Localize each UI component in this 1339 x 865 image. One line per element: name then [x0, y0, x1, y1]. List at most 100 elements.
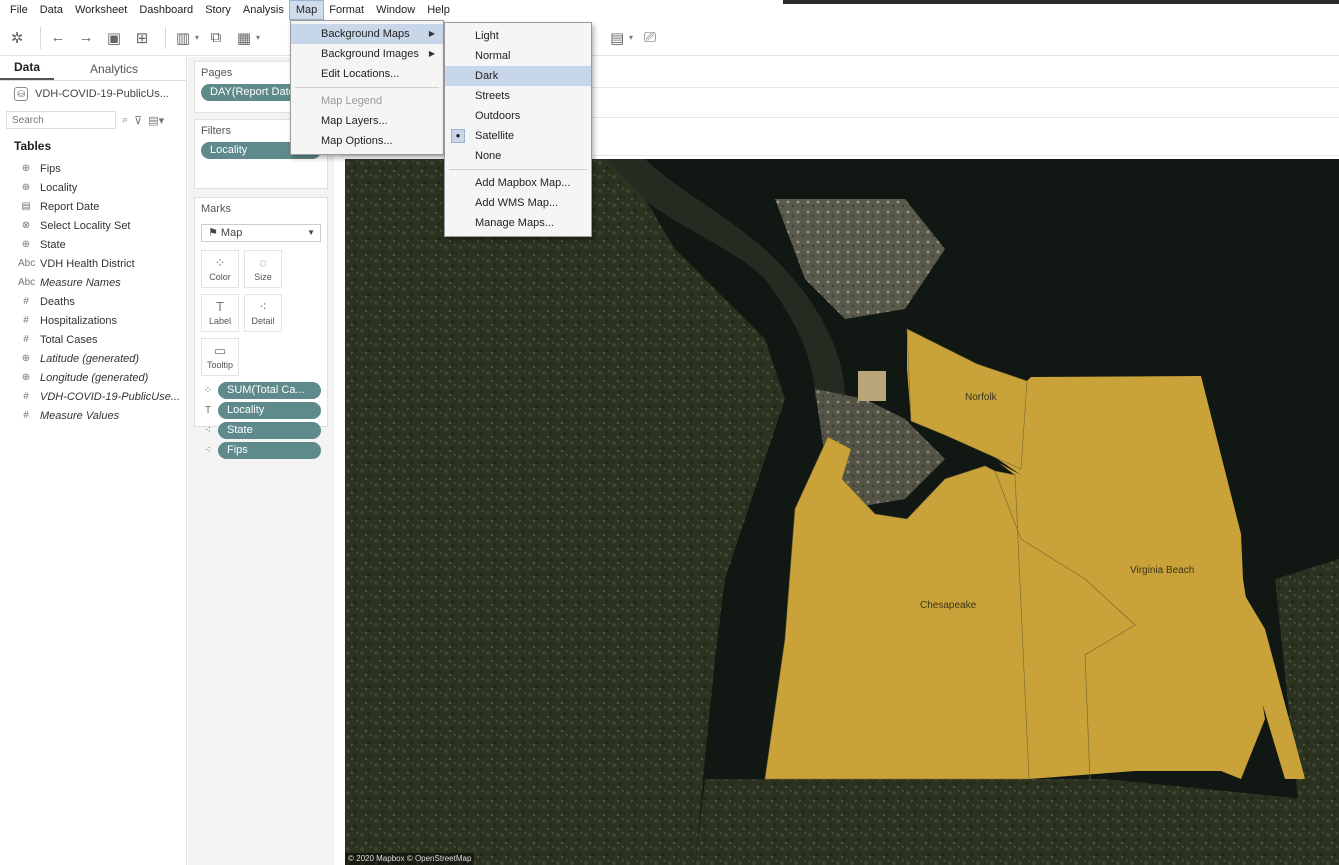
background-maps-submenu: Light Normal Dark Streets Outdoors ● Satellite…	[444, 22, 592, 237]
menu-item-satellite[interactable]: ● Satellite	[445, 126, 591, 146]
mark-type-label: Map	[220, 227, 243, 239]
tab-data[interactable]: Data	[0, 60, 55, 80]
map-attribution[interactable]: © 2020 Mapbox © OpenStreetMap	[345, 853, 475, 865]
field-item[interactable]: ⊕ Latitude (generated)	[0, 349, 186, 368]
menu-dashboard[interactable]: Dashboard	[133, 1, 199, 19]
menu-worksheet[interactable]: Worksheet	[69, 1, 133, 19]
menu-item-edit-locations[interactable]: Edit Locations...	[291, 64, 443, 84]
menu-item-label: Outdoors	[475, 110, 521, 122]
presentation-icon[interactable]: ⎚	[639, 27, 661, 49]
field-item[interactable]: # Total Cases	[0, 330, 186, 349]
field-label: Measure Names	[40, 276, 121, 289]
menu-map[interactable]: Map	[288, 0, 325, 20]
menu-story[interactable]: Story	[199, 1, 237, 19]
field-type-icon: Abc	[18, 277, 36, 288]
field-item[interactable]: Abc Measure Names	[0, 273, 186, 292]
toolbar-separator	[165, 26, 166, 49]
datasource-label: VDH-COVID-19-PublicUs...	[35, 88, 169, 100]
mark-pill[interactable]: Locality	[218, 402, 321, 419]
field-item[interactable]: # VDH-COVID-19-PublicUse...	[0, 387, 186, 406]
undo-icon[interactable]: ←	[47, 27, 69, 49]
menu-item-add-mapbox-map[interactable]: Add Mapbox Map...	[445, 173, 591, 193]
field-item[interactable]: ⊗ Select Locality Set	[0, 216, 186, 235]
menu-item-label: Map Options...	[321, 135, 393, 147]
new-datasource-icon[interactable]: ⊞	[131, 27, 153, 49]
menu-window[interactable]: Window	[370, 1, 421, 19]
chevron-down-icon[interactable]: ▾	[256, 33, 260, 42]
view-options-icon[interactable]: ▤▾	[148, 114, 164, 127]
menu-item-light[interactable]: Light	[445, 26, 591, 46]
field-item[interactable]: Abc VDH Health District	[0, 254, 186, 273]
mark-buttons: ⁘ Color ◌ Size T Label ⁖ Detail ▭ Tooltip	[195, 246, 327, 382]
chevron-down-icon[interactable]: ▾	[629, 33, 633, 42]
filter-icon[interactable]: ⊽	[134, 114, 142, 127]
data-pane-tabs: Data Analytics	[0, 57, 186, 81]
tooltip-icon: ▭	[213, 343, 227, 358]
tables-heading: Tables	[14, 139, 52, 153]
field-item[interactable]: ⊕ Longitude (generated)	[0, 368, 186, 387]
menu-item-map-layers[interactable]: Map Layers...	[291, 111, 443, 131]
tab-analytics[interactable]: Analytics	[76, 62, 152, 80]
search-input[interactable]	[6, 111, 116, 129]
mark-pill-row: T Locality	[201, 402, 321, 419]
menu-item-label: Add Mapbox Map...	[475, 177, 571, 189]
menu-help[interactable]: Help	[421, 1, 456, 19]
mark-button-color[interactable]: ⁘ Color	[201, 250, 239, 288]
clear-sheet-icon[interactable]: ▦	[233, 27, 255, 49]
mark-type-select[interactable]: ⚑ Map ▼	[201, 224, 321, 242]
menu-item-add-wms-map[interactable]: Add WMS Map...	[445, 193, 591, 213]
menu-item-label: Light	[475, 30, 499, 42]
menu-item-map-options[interactable]: Map Options...	[291, 131, 443, 151]
field-item[interactable]: ▤ Report Date	[0, 197, 186, 216]
menu-item-manage-maps[interactable]: Manage Maps...	[445, 213, 591, 233]
data-pane: Data Analytics ⛁ VDH-COVID-19-PublicUs..…	[0, 57, 187, 865]
search-icon[interactable]: ⌕	[122, 114, 128, 127]
map-canvas	[345, 159, 1339, 865]
chevron-down-icon[interactable]: ▾	[195, 33, 199, 42]
menu-item-background-maps[interactable]: Background Maps ▶	[291, 24, 443, 44]
datasource-item[interactable]: ⛁ VDH-COVID-19-PublicUs...	[0, 81, 186, 107]
menu-data[interactable]: Data	[34, 1, 69, 19]
tableau-logo-icon[interactable]: ✲	[6, 27, 28, 49]
mark-button-detail[interactable]: ⁖ Detail	[244, 294, 282, 332]
mark-encoding-icon: T	[204, 405, 212, 416]
mark-button-label[interactable]: T Label	[201, 294, 239, 332]
field-type-icon: #	[23, 296, 29, 307]
mark-pill[interactable]: Fips	[218, 442, 321, 459]
redo-icon[interactable]: →	[75, 27, 97, 49]
menu-analysis[interactable]: Analysis	[237, 1, 290, 19]
menu-item-background-images[interactable]: Background Images ▶	[291, 44, 443, 64]
save-icon[interactable]: ▣	[103, 27, 125, 49]
region-label-virginia-beach: Virginia Beach	[1130, 565, 1195, 576]
menu-item-none[interactable]: None	[445, 146, 591, 166]
field-item[interactable]: ⊕ Locality	[0, 178, 186, 197]
size-icon: ◌	[259, 255, 267, 270]
menu-item-label: Normal	[475, 50, 511, 62]
menu-item-label: Background Maps	[321, 28, 410, 40]
menu-item-normal[interactable]: Normal	[445, 46, 591, 66]
mark-button-size[interactable]: ◌ Size	[244, 250, 282, 288]
menu-item-streets[interactable]: Streets	[445, 86, 591, 106]
field-item[interactable]: ⊕ Fips	[0, 159, 186, 178]
menu-item-dark[interactable]: Dark	[445, 66, 591, 86]
menu-separator	[295, 87, 439, 88]
new-worksheet-icon[interactable]: ▥	[172, 27, 194, 49]
menu-item-label: Streets	[475, 90, 510, 102]
field-item[interactable]: # Hospitalizations	[0, 311, 186, 330]
submenu-arrow-icon: ▶	[428, 29, 435, 38]
search-row: ⌕ ⊽ ▤▾	[0, 111, 186, 129]
map-view[interactable]: Norfolk Virginia Beach Chesapeake © 2020…	[345, 159, 1339, 865]
mark-pill[interactable]: SUM(Total Ca...	[218, 382, 321, 399]
mark-button-tooltip[interactable]: ▭ Tooltip	[201, 338, 239, 376]
menu-file[interactable]: File	[4, 1, 34, 19]
duplicate-icon[interactable]: ⧉	[205, 27, 227, 49]
menu-item-outdoors[interactable]: Outdoors	[445, 106, 591, 126]
field-type-icon: ⊕	[21, 372, 31, 383]
field-item[interactable]: ⊕ State	[0, 235, 186, 254]
field-item[interactable]: # Measure Values	[0, 406, 186, 425]
show-cards-icon[interactable]: ▤	[606, 27, 628, 49]
mark-pill[interactable]: State	[218, 422, 321, 439]
menu-format[interactable]: Format	[323, 1, 370, 19]
field-item[interactable]: # Deaths	[0, 292, 186, 311]
chevron-down-icon: ▼	[307, 228, 315, 237]
